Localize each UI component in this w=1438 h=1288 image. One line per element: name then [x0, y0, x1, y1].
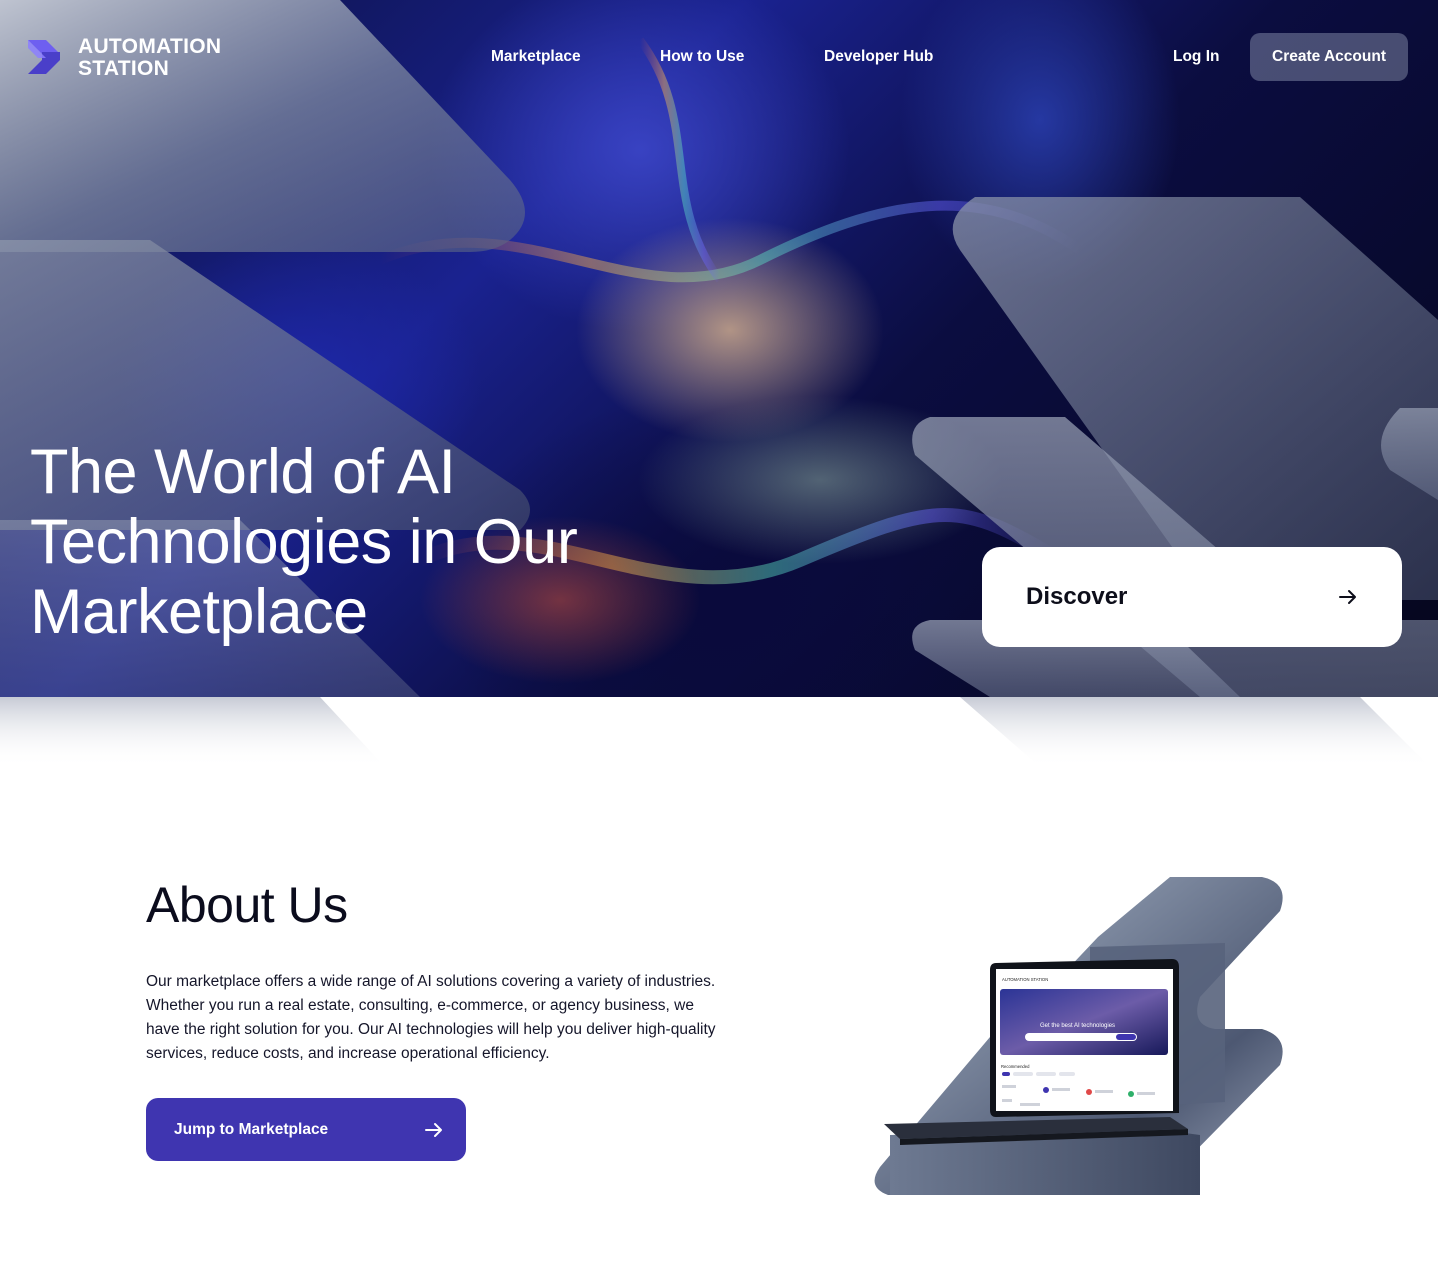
laptop-screen-section: Recommended — [1001, 1064, 1030, 1069]
landing-page: AUTOMATION STATION Marketplace How to Us… — [0, 0, 1438, 1288]
jump-to-marketplace-label: Jump to Marketplace — [174, 1120, 329, 1138]
logo-mark-icon — [28, 40, 60, 74]
site-header: AUTOMATION STATION Marketplace How to Us… — [0, 0, 1438, 115]
about-description: Our marketplace offers a wide range of A… — [146, 973, 716, 1062]
about-title: About Us — [146, 877, 348, 933]
jump-to-marketplace-button[interactable]: Jump to Marketplace — [146, 1098, 466, 1161]
brand-name-line2: STATION — [78, 57, 170, 80]
nav-item-developer-hub[interactable]: Developer Hub — [824, 48, 933, 66]
brand-name-line1: AUTOMATION — [78, 35, 222, 58]
arrow-right-icon — [1339, 590, 1356, 604]
laptop-illustration: AUTOMATION STATION Get the best AI techn… — [874, 877, 1283, 1195]
discover-button[interactable]: Discover — [982, 547, 1402, 647]
discover-label: Discover — [1026, 583, 1128, 610]
laptop-screen-brand: AUTOMATION STATION — [1002, 977, 1048, 982]
hero-title: The World of AI Technologies in Our Mark… — [30, 437, 578, 647]
arrow-right-icon — [425, 1122, 442, 1137]
nav-item-how-to-use[interactable]: How to Use — [660, 48, 744, 66]
nav-item-marketplace[interactable]: Marketplace — [491, 48, 581, 66]
brand-name: AUTOMATION STATION — [78, 36, 221, 80]
hero-fade-shapes — [0, 697, 1430, 767]
create-account-button[interactable]: Create Account — [1250, 33, 1408, 81]
login-link[interactable]: Log In — [1173, 48, 1220, 66]
brand-logo[interactable]: AUTOMATION STATION — [24, 36, 221, 80]
laptop-screen-headline: Get the best AI technologies — [1040, 1023, 1115, 1029]
